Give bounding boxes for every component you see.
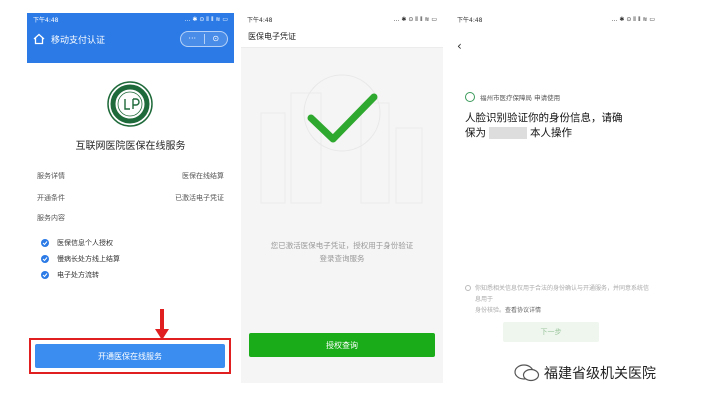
status-icons: ... ✱ ⊙ ⦀ ⦀ ≋ ▭ bbox=[393, 15, 437, 23]
open-service-button[interactable]: 开通医保在线服务 bbox=[35, 344, 225, 368]
watermark-text: 福建省级机关医院 bbox=[544, 366, 656, 382]
heading-prefix: 保为 bbox=[465, 127, 486, 139]
highlight-box: 开通医保在线服务 bbox=[29, 338, 231, 374]
status-icons: ... ✱ ⊙ ⦀ ⦀ ≋ ▭ bbox=[611, 15, 655, 23]
status-time: 下午4:48 bbox=[247, 17, 273, 24]
condition-row: 开通条件 已激活电子凭证 bbox=[37, 193, 224, 203]
hospital-logo bbox=[107, 81, 153, 127]
heading-line: 保为 本人操作 bbox=[465, 126, 655, 141]
condition-value: 已激活电子凭证 bbox=[175, 194, 224, 202]
content-label: 服务内容 bbox=[37, 214, 65, 222]
activation-message: 您已激活医保电子凭证，授权用于身份验证 登录查询服务 bbox=[249, 239, 435, 265]
detail-value: 医保在线结算 bbox=[182, 172, 224, 180]
nav-title: 移动支付认证 bbox=[51, 35, 106, 46]
agreement-text: 你知悉相关信息仅用于合法的身份确认与开通服务，并同意系统信息用于 身份核验。查看… bbox=[465, 283, 651, 316]
verify-heading: 人脸识别验证你的身份信息，请确 保为 本人操作 bbox=[465, 111, 655, 141]
check-icon bbox=[41, 271, 49, 279]
agree-line: 身份核验。 bbox=[475, 307, 506, 314]
more-icon[interactable]: ··· bbox=[181, 32, 204, 46]
requester-label: 福州市医疗保障局 申请使用 bbox=[480, 94, 561, 102]
status-bar: 下午4:48 ... ✱ ⊙ ⦀ ⦀ ≋ ▭ bbox=[451, 13, 661, 26]
home-icon[interactable] bbox=[33, 33, 45, 45]
authorize-query-button[interactable]: 授权查询 bbox=[249, 333, 435, 357]
agree-line: 你知悉相关信息仅用于合法的身份确认与开通服务，并同意系统信息用于 bbox=[475, 285, 650, 303]
check-label: 慢病长处方线上结算 bbox=[57, 255, 120, 263]
face-verify-screen: 下午4:48 ... ✱ ⊙ ⦀ ⦀ ≋ ▭ ‹ 福州市医疗保障局 申请使用 人… bbox=[451, 13, 661, 383]
condition-label: 开通条件 bbox=[37, 194, 65, 202]
check-icon bbox=[41, 255, 49, 263]
voucher-screen: 下午4:48 ... ✱ ⊙ ⦀ ⦀ ≋ ▭ 医保电子凭证 您已激活医保电子凭证… bbox=[241, 13, 443, 383]
check-label: 医保信息个人授权 bbox=[57, 239, 113, 247]
nav-bar: 移动支付认证 ··· ⊙ bbox=[27, 26, 234, 52]
next-step-button[interactable]: 下一步 bbox=[503, 322, 599, 342]
bureau-logo-icon bbox=[465, 92, 475, 102]
redacted-name bbox=[489, 127, 527, 139]
status-bar: 下午4:48 ... ✱ ⊙ ⦀ ⦀ ≋ ▭ bbox=[27, 13, 234, 26]
detail-row: 服务详情 医保在线结算 bbox=[37, 171, 224, 181]
status-bar: 下午4:48 ... ✱ ⊙ ⦀ ⦀ ≋ ▭ bbox=[241, 13, 443, 26]
hospital-title: 互联网医院医保在线服务 bbox=[75, 141, 186, 152]
mini-program-capsule: ··· ⊙ bbox=[180, 31, 228, 47]
detail-label: 服务详情 bbox=[37, 172, 65, 180]
status-time: 下午4:48 bbox=[33, 17, 59, 24]
wechat-icon bbox=[514, 364, 540, 382]
service-screen: 下午4:48 ... ✱ ⊙ ⦀ ⦀ ≋ ▭ 移动支付认证 ··· ⊙ 互联网医… bbox=[27, 13, 234, 383]
message-line: 登录查询服务 bbox=[319, 254, 365, 263]
status-icons: ... ✱ ⊙ ⦀ ⦀ ≋ ▭ bbox=[184, 15, 228, 23]
check-label: 电子处方流转 bbox=[57, 271, 99, 279]
heading-line: 人脸识别验证你的身份信息，请确 bbox=[465, 112, 623, 124]
success-checkmark-icon bbox=[260, 74, 423, 204]
status-time: 下午4:48 bbox=[457, 17, 483, 24]
heading-suffix: 本人操作 bbox=[530, 127, 572, 139]
check-item: 电子处方流转 bbox=[41, 270, 99, 280]
agreement-link[interactable]: 查看协议详情 bbox=[505, 307, 541, 314]
watermark: 福建省级机关医院 bbox=[514, 363, 656, 383]
composite-screenshot: 下午4:48 ... ✱ ⊙ ⦀ ⦀ ≋ ▭ 移动支付认证 ··· ⊙ 互联网医… bbox=[0, 0, 707, 403]
check-item: 慢病长处方线上结算 bbox=[41, 254, 120, 264]
content-row: 服务内容 bbox=[37, 213, 224, 223]
close-icon[interactable]: ⊙ bbox=[205, 32, 228, 46]
page-header: 医保电子凭证 bbox=[241, 26, 443, 48]
blue-header: 下午4:48 ... ✱ ⊙ ⦀ ⦀ ≋ ▭ 移动支付认证 ··· ⊙ bbox=[27, 13, 234, 63]
requester-info: 福州市医疗保障局 申请使用 bbox=[465, 92, 560, 102]
back-icon[interactable]: ‹ bbox=[457, 39, 462, 53]
message-line: 您已激活医保电子凭证，授权用于身份验证 bbox=[270, 241, 414, 250]
red-arrow-icon bbox=[155, 309, 169, 340]
check-item: 医保信息个人授权 bbox=[41, 238, 113, 248]
check-icon bbox=[41, 239, 49, 247]
agree-radio[interactable] bbox=[465, 285, 471, 291]
